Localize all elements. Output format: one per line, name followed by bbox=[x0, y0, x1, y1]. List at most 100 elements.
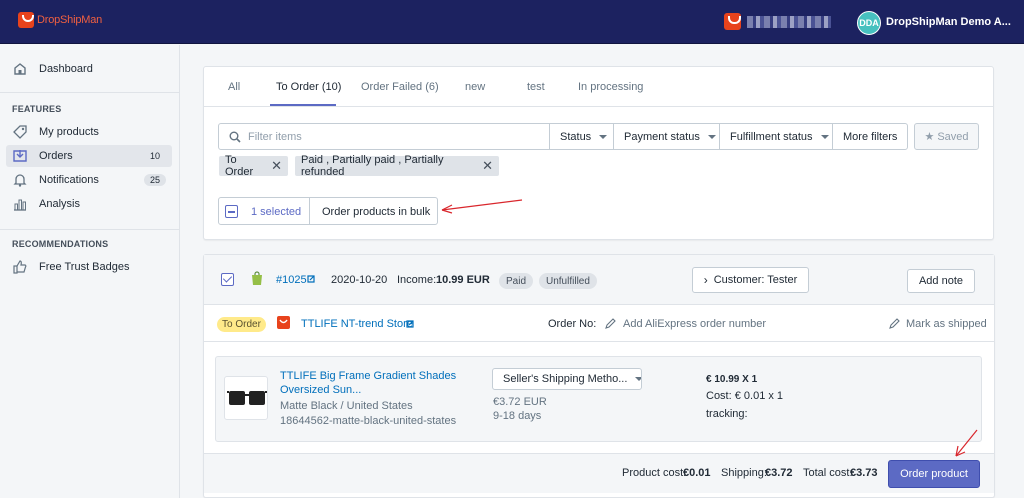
external-link-icon[interactable] bbox=[406, 320, 414, 328]
bulk-action-bar: 1 selected Order products in bulk bbox=[218, 197, 438, 225]
income-value: 10.99 EUR bbox=[436, 274, 490, 286]
star-icon: ★ bbox=[924, 131, 935, 143]
product-thumbnail[interactable] bbox=[224, 376, 268, 420]
customer-label: Customer: Tester bbox=[713, 274, 798, 286]
add-note-button[interactable]: Add note bbox=[907, 269, 975, 293]
sidebar-item-dashboard[interactable]: Dashboard bbox=[6, 58, 172, 80]
bulk-separator bbox=[309, 198, 310, 224]
top-bar: DropShipMan DDA DropShipMan Demo A... bbox=[0, 0, 1024, 44]
price-quantity: € 10.99 X 1 bbox=[706, 374, 758, 385]
shipping-method-select[interactable]: Seller's Shipping Metho... bbox=[492, 368, 642, 390]
tracking-label: tracking: bbox=[706, 408, 748, 420]
bulk-select-checkbox[interactable] bbox=[225, 205, 238, 218]
order-product-button[interactable]: Order product bbox=[888, 460, 980, 488]
selected-count: 1 selected bbox=[251, 206, 302, 218]
active-tab-indicator bbox=[270, 104, 336, 106]
fulfillment-status-label: Fulfillment status bbox=[730, 130, 813, 143]
sidebar-item-analysis[interactable]: Analysis bbox=[6, 193, 172, 215]
tab-test[interactable]: test bbox=[527, 81, 545, 93]
order-header bbox=[204, 255, 994, 305]
avatar[interactable]: DDA bbox=[857, 11, 881, 35]
close-icon[interactable]: ✕ bbox=[271, 158, 282, 174]
order-in-bulk-button[interactable]: Order products in bulk bbox=[322, 206, 430, 218]
shipping-method-value: Seller's Shipping Metho... bbox=[503, 373, 628, 385]
annotation-arrow bbox=[955, 429, 978, 457]
sidebar-item-notifications[interactable]: Notifications 25 bbox=[6, 169, 172, 191]
tabs-divider bbox=[204, 106, 993, 107]
product-title-line1[interactable]: TTLIFE Big Frame Gradient Shades bbox=[280, 370, 456, 382]
fulfillment-status-filter-button[interactable]: Fulfillment status bbox=[719, 123, 833, 150]
product-title-line2[interactable]: Oversized Sun... bbox=[280, 384, 361, 396]
inbox-icon bbox=[12, 148, 28, 164]
thumbs-up-icon bbox=[12, 259, 28, 275]
mark-as-shipped-button[interactable]: Mark as shipped bbox=[906, 318, 987, 330]
tab-all[interactable]: All bbox=[228, 81, 240, 93]
account-name[interactable]: DropShipMan Demo A... bbox=[886, 16, 1011, 28]
sidebar-item-label: Free Trust Badges bbox=[39, 261, 130, 273]
sidebar: Dashboard FEATURES My products Orders 10… bbox=[0, 45, 180, 498]
tab-order-failed[interactable]: Order Failed (6) bbox=[361, 81, 439, 93]
caret-down-icon bbox=[635, 377, 641, 381]
sunglasses-image bbox=[227, 391, 267, 405]
shipping-cost: €3.72 EUR bbox=[493, 396, 547, 408]
status-filter-button[interactable]: Status bbox=[549, 123, 614, 150]
order-number-link[interactable]: #1025 bbox=[276, 274, 307, 286]
total-cost-value: €3.73 bbox=[850, 467, 878, 479]
to-order-badge: To Order bbox=[217, 317, 266, 332]
bar-chart-icon bbox=[12, 196, 28, 212]
notifications-count-badge: 25 bbox=[143, 174, 166, 186]
search-icon bbox=[229, 131, 241, 143]
order-no-label: Order No: bbox=[548, 318, 597, 330]
payment-status-filter-button[interactable]: Payment status bbox=[613, 123, 720, 150]
sidebar-item-label: Orders bbox=[39, 150, 73, 162]
sidebar-item-orders[interactable]: Orders 10 bbox=[6, 145, 172, 167]
logo-text: DropShipMan bbox=[37, 14, 103, 26]
app-logo[interactable]: DropShipMan bbox=[18, 12, 102, 28]
store-link[interactable]: TTLIFE NT-trend Store bbox=[301, 318, 413, 330]
saved-label: Saved bbox=[937, 130, 969, 143]
annotation-arrow bbox=[441, 199, 523, 214]
shopify-bag-icon bbox=[252, 271, 262, 285]
shipping-days: 9-18 days bbox=[493, 410, 542, 422]
chevron-right-icon: › bbox=[703, 273, 708, 287]
search-input[interactable]: Filter items bbox=[218, 123, 550, 150]
tab-in-processing[interactable]: In processing bbox=[578, 81, 643, 93]
sidebar-item-label: Notifications bbox=[39, 174, 99, 186]
external-link-icon[interactable] bbox=[307, 275, 315, 283]
home-icon bbox=[12, 61, 28, 77]
aliexpress-store-icon[interactable] bbox=[724, 13, 741, 30]
sidebar-item-my-products[interactable]: My products bbox=[6, 121, 172, 143]
product-cost-label: Product cost: bbox=[622, 467, 687, 479]
recommendations-heading: RECOMMENDATIONS bbox=[12, 239, 109, 249]
product-variant: Matte Black / United States bbox=[280, 400, 413, 412]
shipping-label: Shipping: bbox=[721, 467, 767, 479]
tab-new[interactable]: new bbox=[465, 81, 485, 93]
pencil-icon[interactable] bbox=[889, 318, 900, 329]
aliexpress-icon bbox=[277, 316, 290, 329]
tab-to-order[interactable]: To Order (10) bbox=[276, 81, 341, 93]
aliexpress-order-number-input[interactable]: Add AliExpress order number bbox=[623, 318, 766, 330]
product-sku: 18644562-matte-black-united-states bbox=[280, 415, 457, 427]
tag-icon bbox=[12, 124, 28, 140]
orders-count-badge: 10 bbox=[149, 151, 160, 161]
sidebar-item-label: Dashboard bbox=[39, 63, 93, 75]
order-checkbox[interactable] bbox=[221, 273, 234, 286]
income-label: Income: bbox=[397, 274, 437, 286]
caret-down-icon bbox=[707, 134, 716, 139]
more-filters-button[interactable]: More filters bbox=[832, 123, 908, 150]
product-cost-per-unit: Cost: € 0.01 x 1 bbox=[706, 390, 784, 402]
more-filters-label: More filters bbox=[843, 130, 898, 143]
blurred-store-name bbox=[747, 16, 831, 28]
paid-badge: Paid bbox=[499, 273, 534, 289]
saved-button[interactable]: ★ Saved bbox=[914, 123, 979, 150]
close-icon[interactable]: ✕ bbox=[482, 158, 493, 174]
product-cost-value: €0.01 bbox=[683, 467, 711, 479]
shipping-value: €3.72 bbox=[765, 467, 793, 479]
sidebar-item-free-trust-badges[interactable]: Free Trust Badges bbox=[6, 256, 172, 278]
search-placeholder: Filter items bbox=[248, 131, 302, 143]
customer-button[interactable]: › Customer: Tester bbox=[692, 267, 809, 293]
pencil-icon[interactable] bbox=[605, 318, 616, 329]
status-label: Status bbox=[560, 130, 592, 143]
bell-icon bbox=[12, 172, 28, 188]
row-divider bbox=[204, 341, 994, 342]
